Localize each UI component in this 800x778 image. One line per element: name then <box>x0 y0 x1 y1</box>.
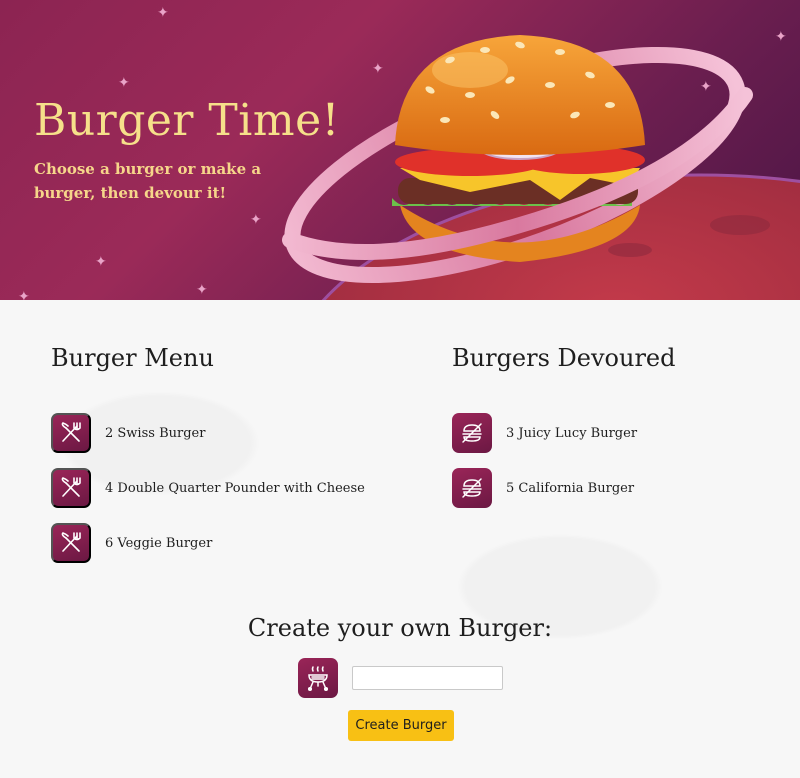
devoured-badge <box>452 468 492 508</box>
sparkle-icon: ✦ <box>18 289 30 300</box>
create-burger-button[interactable]: Create Burger <box>348 710 454 741</box>
devoured-item-label: 3 Juicy Lucy Burger <box>506 425 638 441</box>
menu-item-label: 2 Swiss Burger <box>105 425 206 441</box>
devour-button[interactable] <box>51 413 91 453</box>
devoured-item: 3 Juicy Lucy Burger <box>452 413 637 453</box>
devour-button[interactable] <box>51 523 91 563</box>
hero-banner: ✦ ✦ ✦ ✦ ✦ ✦ ✦ ✦ ✦ Burger Time! Choose a … <box>0 0 800 300</box>
fork-knife-icon <box>61 477 81 497</box>
burger-planet-illustration <box>282 35 800 300</box>
no-burger-icon <box>462 478 482 498</box>
create-burger-heading: Create your own Burger: <box>247 614 553 642</box>
burger-name-input[interactable] <box>352 666 503 690</box>
sparkle-icon: ✦ <box>196 282 208 298</box>
menu-item-label: 4 Double Quarter Pounder with Cheese <box>105 480 365 496</box>
main-content: Burger Menu Burgers Devoured 2 Swiss Bur… <box>0 300 800 778</box>
devoured-badge <box>452 413 492 453</box>
devoured-item-label: 5 California Burger <box>506 480 635 496</box>
sparkle-icon: ✦ <box>250 212 262 228</box>
grill-badge <box>298 658 338 698</box>
devour-button[interactable] <box>51 468 91 508</box>
menu-item: 4 Double Quarter Pounder with Cheese <box>51 468 365 508</box>
burger-menu-heading: Burger Menu <box>51 344 214 372</box>
sparkle-icon: ✦ <box>157 5 169 21</box>
burgers-devoured-heading: Burgers Devoured <box>452 344 676 372</box>
sparkle-icon: ✦ <box>95 254 107 270</box>
no-burger-icon <box>462 423 482 443</box>
menu-item: 6 Veggie Burger <box>51 523 212 563</box>
fork-knife-icon <box>61 532 81 552</box>
devoured-item: 5 California Burger <box>452 468 634 508</box>
menu-item-label: 6 Veggie Burger <box>105 535 213 551</box>
menu-item: 2 Swiss Burger <box>51 413 205 453</box>
grill-icon <box>307 666 329 692</box>
fork-knife-icon <box>61 422 81 442</box>
sparkle-icon: ✦ <box>118 75 130 91</box>
